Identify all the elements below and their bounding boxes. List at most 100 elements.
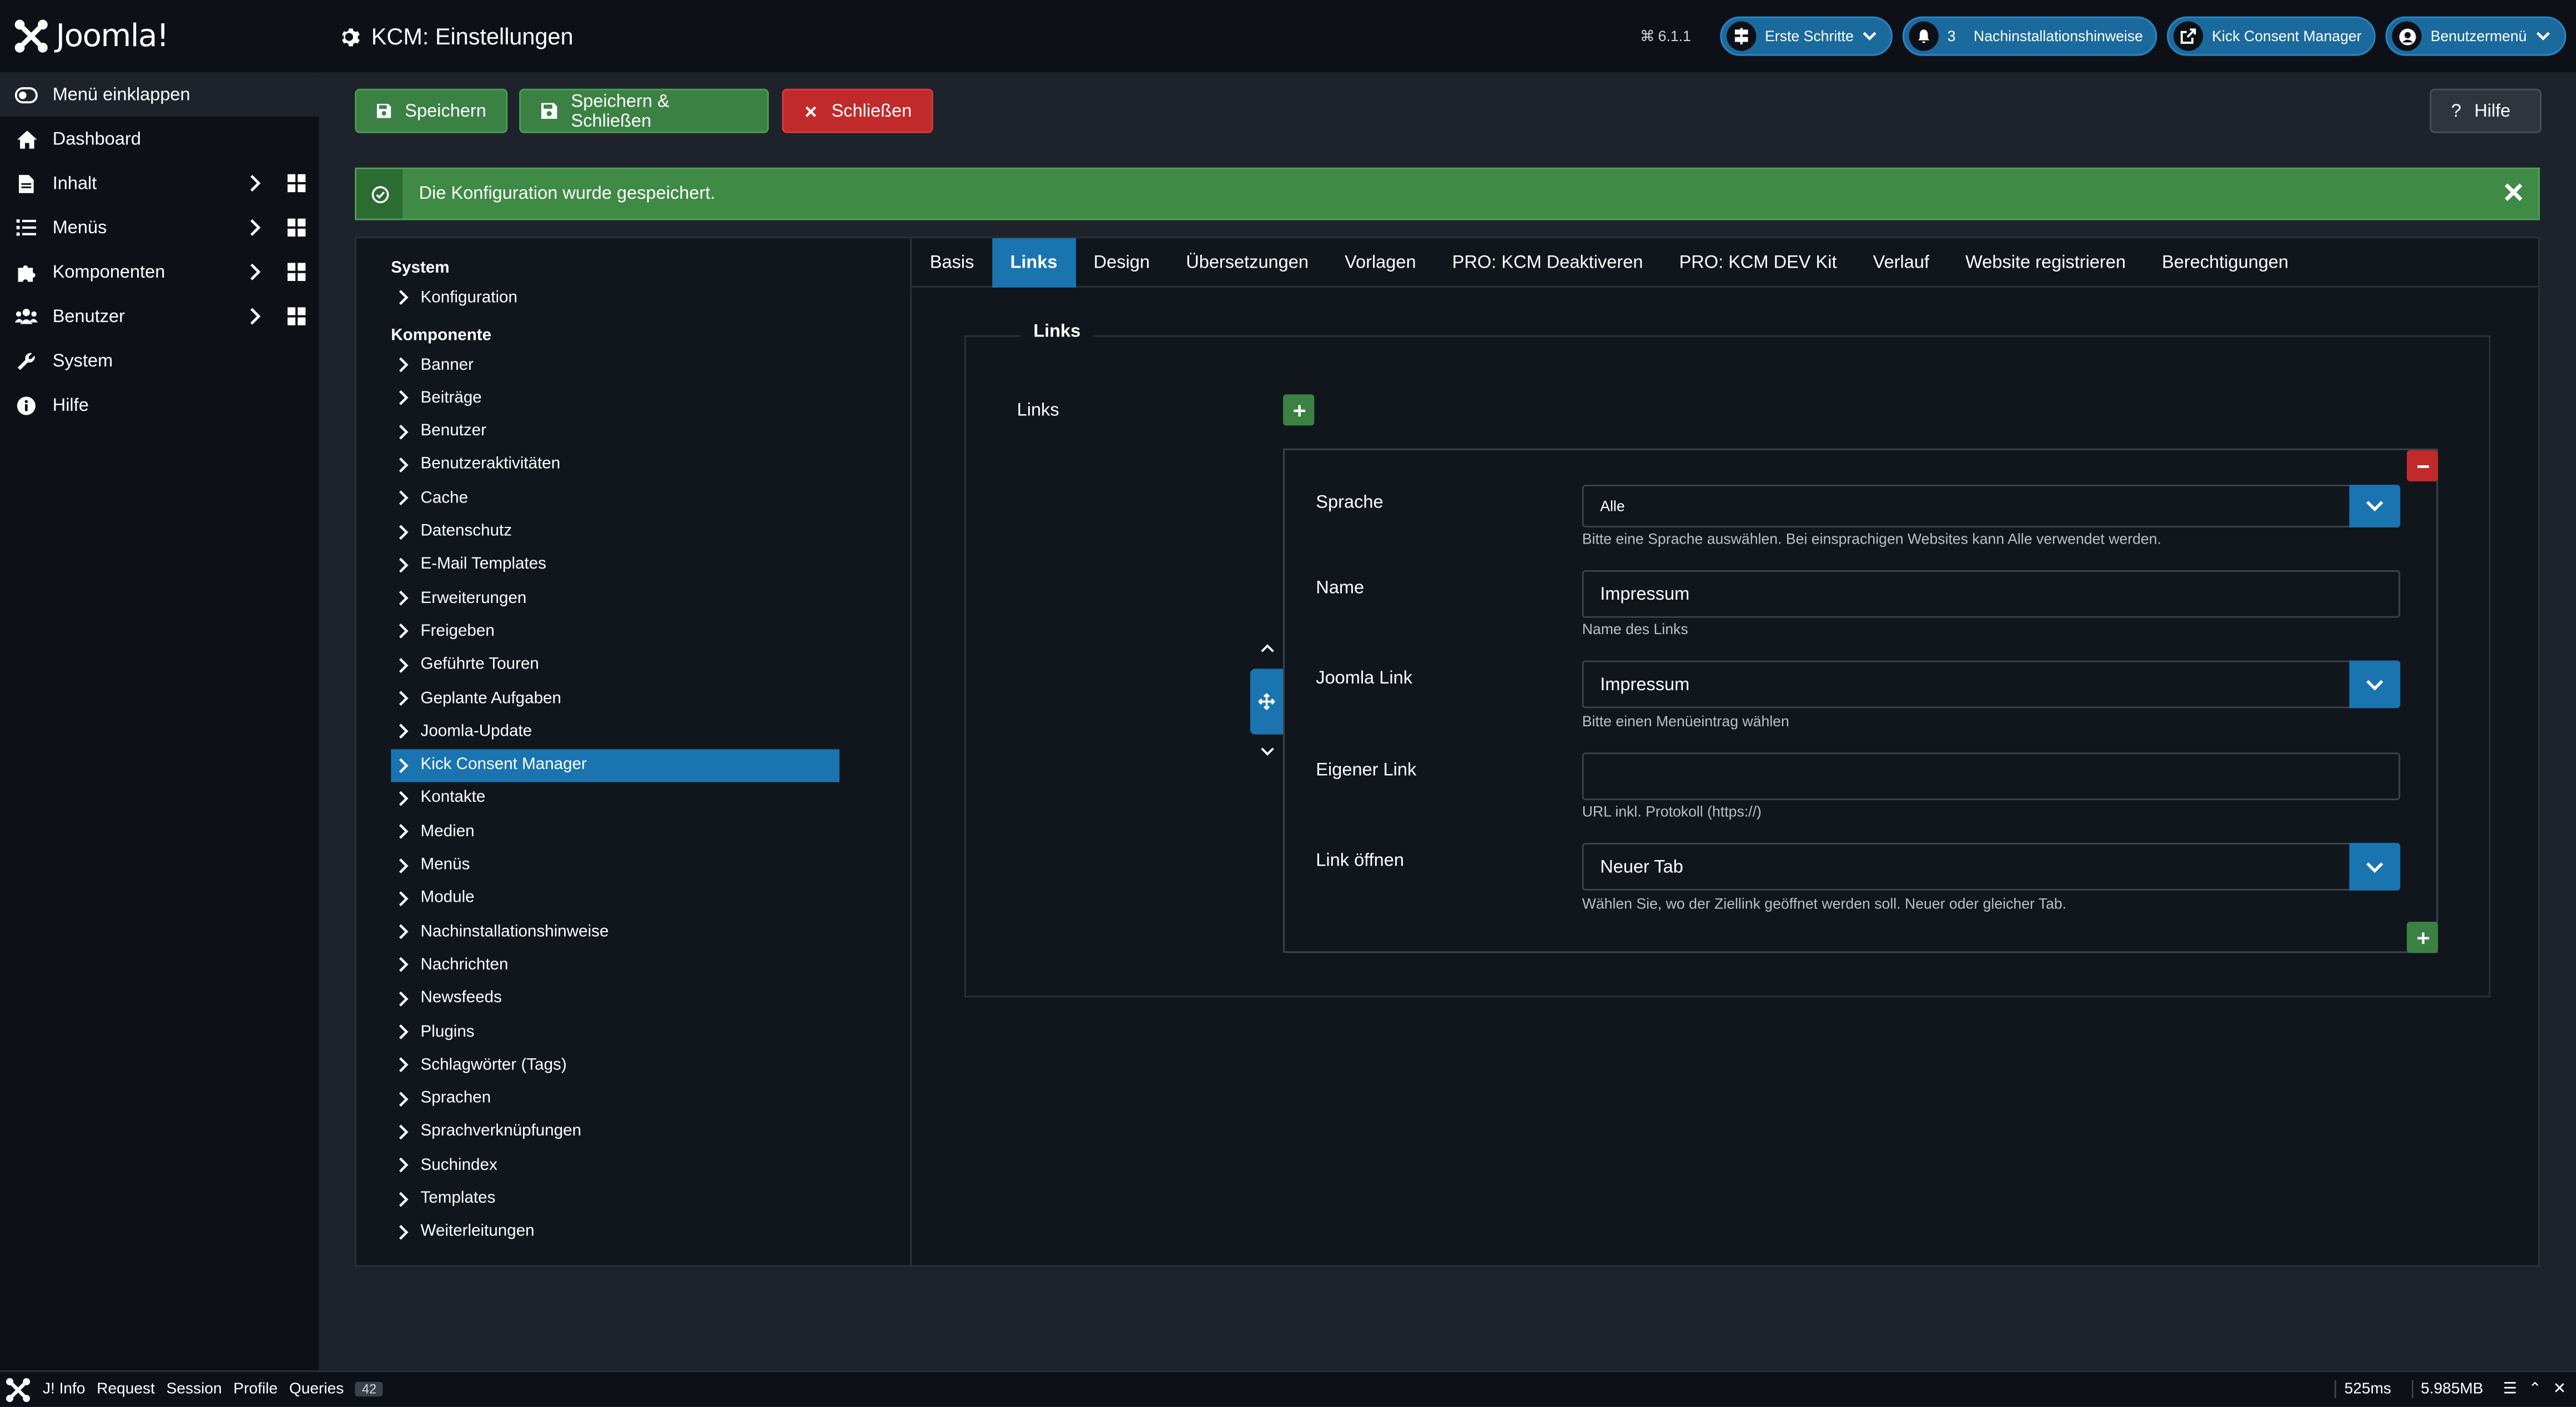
debug-tab-queries[interactable]: Queries	[289, 1380, 344, 1399]
first-steps-button[interactable]: Erste Schritte	[1720, 16, 1893, 56]
tree-item[interactable]: Kontakte	[391, 782, 839, 815]
joomla-logo-icon[interactable]	[5, 1376, 31, 1402]
add-row-button[interactable]	[1283, 394, 1315, 426]
tree-item[interactable]: Beiträge	[391, 381, 839, 414]
tree-item[interactable]: Schlagwörter (Tags)	[391, 1049, 839, 1082]
tree-item[interactable]: Cache	[391, 482, 839, 515]
tree-item[interactable]: Menüs	[391, 848, 839, 881]
tree-item[interactable]: Datenschutz	[391, 515, 839, 548]
tree-item[interactable]: Medien	[391, 815, 839, 848]
save-close-button[interactable]: Speichern & Schließen	[519, 88, 769, 133]
tab-links[interactable]: Links	[992, 237, 1076, 287]
user-menu-button[interactable]: Benutzermenü	[2386, 16, 2567, 56]
tab--bersetzungen[interactable]: Übersetzungen	[1168, 238, 1327, 287]
tree-item[interactable]: Newsfeeds	[391, 982, 839, 1015]
sidebar-item-system[interactable]: System	[0, 339, 319, 383]
tree-item[interactable]: Suchindex	[391, 1149, 839, 1182]
joomla-link-label: Joomla Link	[1316, 669, 1413, 689]
chevron-right-icon	[399, 824, 409, 840]
tree-item[interactable]: Sprachverknüpfungen	[391, 1115, 839, 1148]
dashboard-grid-icon[interactable]	[287, 263, 306, 282]
sidebar-item-menus[interactable]: Menüs	[0, 205, 319, 250]
kcm-site-button[interactable]: Kick Consent Manager	[2167, 16, 2377, 56]
joomla-link-select[interactable]: Impressum	[1582, 660, 2401, 708]
tree-item[interactable]: Kick Consent Manager	[391, 748, 840, 782]
tab-verlauf[interactable]: Verlauf	[1855, 238, 1947, 287]
tree-item[interactable]: Nachrichten	[391, 949, 839, 982]
wrench-icon	[15, 351, 38, 371]
fieldset-legend: Links	[1020, 322, 1094, 342]
debug-tab-profile[interactable]: Profile	[233, 1380, 278, 1399]
tab-berechtigungen[interactable]: Berechtigungen	[2144, 238, 2307, 287]
close-button[interactable]: Schließen	[782, 88, 933, 133]
joomla-logo[interactable]: Joomla!	[0, 0, 319, 72]
help-button[interactable]: ? Hilfe	[2429, 88, 2542, 133]
tree-item[interactable]: E-Mail Templates	[391, 549, 839, 581]
tab-website-registrieren[interactable]: Website registrieren	[1948, 238, 2144, 287]
tab-design[interactable]: Design	[1075, 238, 1168, 287]
tree-item-label: Cache	[420, 489, 469, 507]
tree-item[interactable]: Module	[391, 882, 839, 914]
tab-basis[interactable]: Basis	[912, 238, 992, 287]
eigener-link-input[interactable]	[1582, 752, 2401, 801]
sprache-select[interactable]: Alle	[1582, 484, 2401, 527]
chevron-up-icon[interactable]: ⌃	[2528, 1380, 2542, 1399]
drag-handle[interactable]	[1250, 669, 1284, 735]
file-icon	[15, 173, 38, 193]
dashboard-grid-icon[interactable]	[287, 218, 306, 237]
tree-item-konfiguration[interactable]: Konfiguration	[391, 281, 839, 314]
sidebar-item-inhalt[interactable]: Inhalt	[0, 161, 319, 205]
link-oeffnen-select[interactable]: Neuer Tab	[1582, 843, 2401, 891]
tree-item[interactable]: Sprachen	[391, 1082, 839, 1115]
sidebar-toggle[interactable]: Menü einklappen	[0, 72, 319, 117]
eigener-link-label: Eigener Link	[1316, 761, 1417, 781]
add-row-after-button[interactable]	[2407, 922, 2438, 953]
tree-item[interactable]: Joomla-Update	[391, 715, 839, 748]
chevron-right-icon[interactable]	[246, 307, 263, 325]
tree-item[interactable]: Geführte Touren	[391, 649, 839, 681]
tree-item[interactable]: Erweiterungen	[391, 582, 839, 615]
tab-pro-kcm-deaktiveren[interactable]: PRO: KCM Deaktiveren	[1434, 238, 1661, 287]
tree-item[interactable]: Plugins	[391, 1016, 839, 1048]
save-button[interactable]: Speichern	[355, 88, 508, 133]
tree-item[interactable]: Benutzer	[391, 415, 839, 448]
tree-item[interactable]: Banner	[391, 348, 839, 381]
close-icon[interactable]	[2502, 181, 2525, 204]
sidebar-item-dashboard[interactable]: Dashboard	[0, 117, 319, 161]
tree-item[interactable]: Geplante Aufgaben	[391, 682, 839, 715]
chevron-right-icon[interactable]	[246, 263, 263, 281]
sidebar-item-label: Hilfe	[52, 395, 89, 415]
move-down-icon[interactable]	[1260, 746, 1275, 757]
tree-item-label: Menüs	[420, 856, 470, 875]
dashboard-grid-icon[interactable]	[287, 174, 306, 193]
move-up-icon[interactable]	[1260, 642, 1275, 654]
link-oeffnen-dropdown-toggle[interactable]	[2349, 843, 2401, 891]
chevron-down-icon	[2366, 679, 2383, 690]
name-input[interactable]: Impressum	[1582, 570, 2401, 618]
menu-lines-icon[interactable]: ☰	[2503, 1380, 2517, 1399]
tree-item[interactable]: Weiterleitungen	[391, 1215, 839, 1248]
joomla-link-dropdown-toggle[interactable]	[2349, 660, 2401, 708]
tree-item[interactable]: Templates	[391, 1182, 839, 1215]
tree-item[interactable]: Nachinstallationshinweise	[391, 916, 839, 948]
post-install-button[interactable]: 3 Nachinstallationshinweise	[1903, 16, 2158, 56]
sidebar-item-benutzer[interactable]: Benutzer	[0, 294, 319, 339]
tab-vorlagen[interactable]: Vorlagen	[1327, 238, 1435, 287]
debug-tab-j-info[interactable]: J! Info	[43, 1380, 85, 1399]
chevron-right-icon[interactable]	[246, 219, 263, 237]
close-icon[interactable]: ✕	[2553, 1380, 2567, 1399]
tree-item-label: Geplante Aufgaben	[420, 689, 561, 707]
debug-tab-session[interactable]: Session	[167, 1380, 222, 1399]
sprache-dropdown-toggle[interactable]	[2349, 484, 2401, 527]
tree-item[interactable]: Freigeben	[391, 615, 839, 648]
dashboard-grid-icon[interactable]	[287, 307, 306, 325]
sidebar-item-hilfe[interactable]: Hilfe	[0, 383, 319, 427]
tab-pro-kcm-dev-kit[interactable]: PRO: KCM DEV Kit	[1661, 238, 1855, 287]
chevron-right-icon	[399, 1058, 409, 1073]
tree-item[interactable]: Benutzeraktivitäten	[391, 449, 839, 481]
tree-item-label: Banner	[420, 355, 474, 374]
chevron-right-icon[interactable]	[246, 174, 263, 193]
sidebar-item-komponenten[interactable]: Komponenten	[0, 250, 319, 294]
debug-tab-request[interactable]: Request	[97, 1380, 155, 1399]
remove-row-button[interactable]	[2407, 450, 2438, 482]
